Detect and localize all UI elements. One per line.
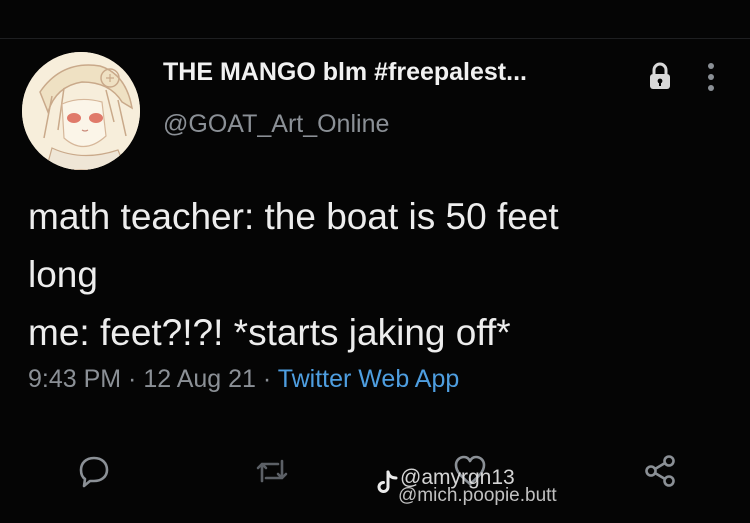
tweet-time[interactable]: 9:43 PM: [28, 365, 121, 393]
lock-icon: [647, 62, 673, 90]
tweet-text: math teacher: the boat is 50 feet long m…: [28, 188, 728, 362]
display-name[interactable]: THE MANGO blm #freepalest...: [163, 58, 527, 87]
tweet-text-line: me: feet?!?! *starts jaking off*: [28, 312, 511, 353]
tiktok-watermark: @amyrgn13 @mich.poopie.butt: [376, 466, 576, 514]
tiktok-icon: [376, 470, 398, 496]
retweet-icon[interactable]: [254, 453, 290, 489]
tweet-source-link[interactable]: Twitter Web App: [278, 365, 460, 393]
tweet-date[interactable]: 12 Aug 21: [143, 365, 256, 393]
more-options-icon[interactable]: [704, 60, 718, 94]
tweet-text-line: long: [28, 254, 98, 295]
meta-separator: ·: [255, 365, 278, 393]
share-icon[interactable]: [642, 453, 678, 489]
tweet-meta: 9:43 PM · 12 Aug 21 · Twitter Web App: [28, 365, 459, 394]
tweet-text-line: math teacher: the boat is 50 feet: [28, 196, 559, 237]
top-divider: [0, 38, 750, 39]
reply-icon[interactable]: [76, 453, 112, 489]
avatar[interactable]: [22, 52, 140, 170]
user-handle[interactable]: @GOAT_Art_Online: [163, 110, 389, 139]
meta-separator: ·: [121, 365, 144, 393]
avatar-anime-illustration: [22, 52, 140, 170]
watermark-username: @mich.poopie.butt: [398, 485, 557, 506]
